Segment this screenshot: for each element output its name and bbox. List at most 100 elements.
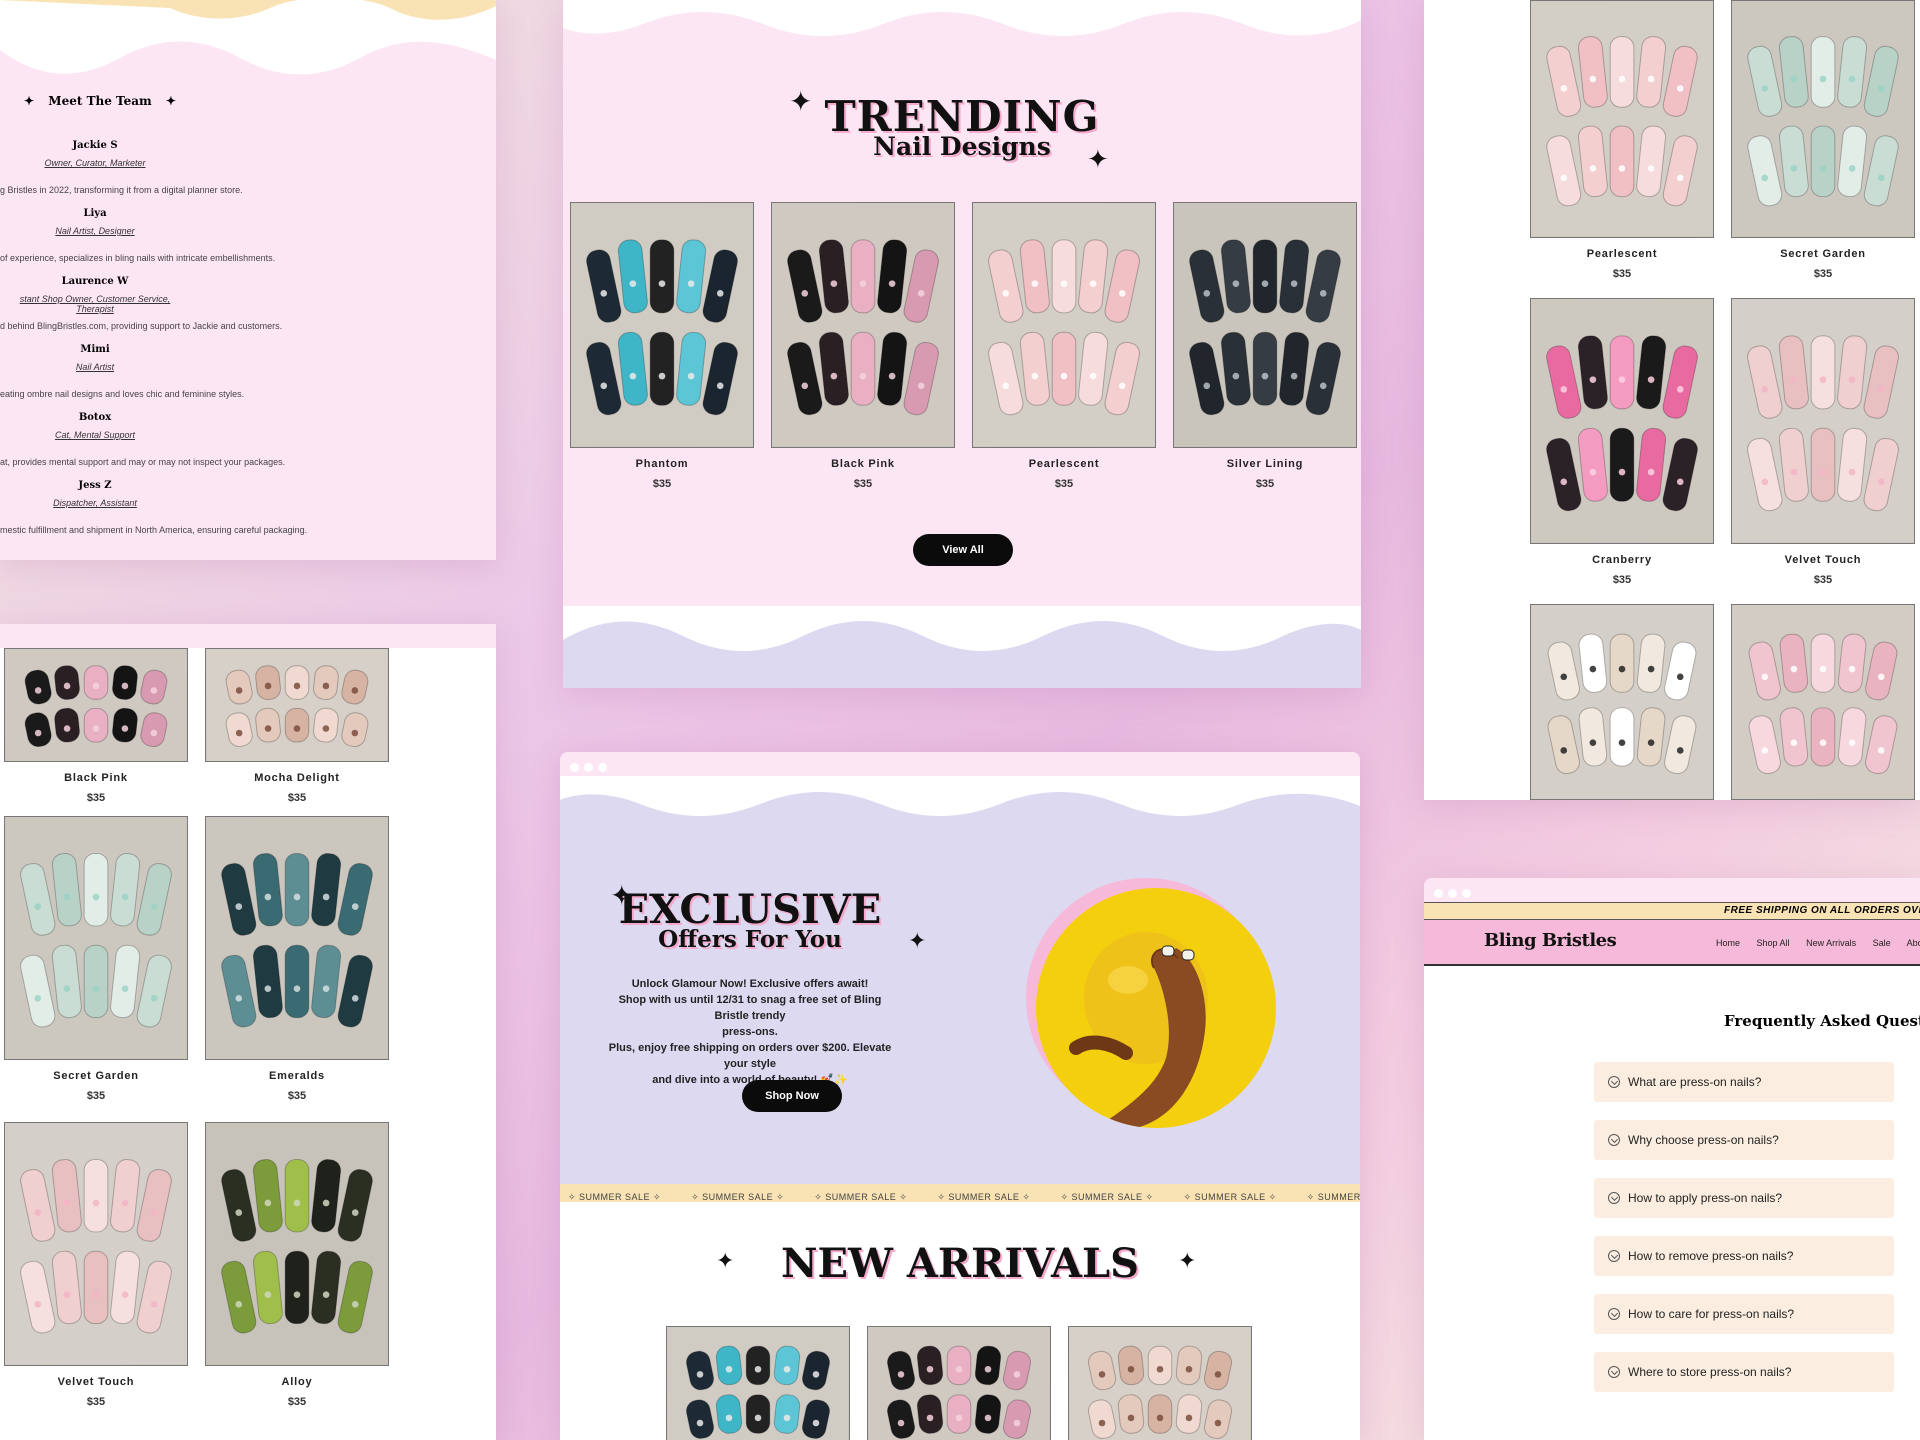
offers-body: Unlock Glamour Now! Exclusive offers awa… — [600, 976, 900, 1088]
product-name[interactable]: Velvet Touch — [1731, 554, 1915, 566]
team-member-name: Laurence W — [61, 276, 129, 287]
product-image[interactable] — [1173, 202, 1357, 448]
product-image[interactable] — [1731, 604, 1915, 800]
browser-bar — [1424, 878, 1920, 902]
product-image[interactable] — [1731, 0, 1915, 238]
faq-item[interactable]: Why choose press-on nails? — [1594, 1120, 1894, 1160]
nav-item-about[interactable]: Abou — [1907, 938, 1920, 948]
product-price: $35 — [1054, 478, 1074, 490]
team-member-name: Jackie S — [72, 140, 118, 151]
product-name[interactable]: Secret Garden — [4, 1070, 188, 1082]
faq-question: How to apply press-on nails? — [1628, 1191, 1783, 1205]
nail-illustration — [1531, 605, 1713, 799]
faq-item[interactable]: How to remove press-on nails? — [1594, 1236, 1894, 1276]
nav-item-home[interactable]: Home — [1716, 938, 1740, 948]
team-member-role: Nail Artist, Designer — [55, 226, 135, 236]
product-image[interactable] — [205, 648, 389, 762]
product-name[interactable]: Phantom — [570, 458, 754, 470]
product-image[interactable] — [1530, 0, 1714, 238]
brand-logo[interactable]: Bling Bristles — [1484, 930, 1617, 951]
product-name[interactable]: Pearlescent — [972, 458, 1156, 470]
nav-item-shop-all[interactable]: Shop All — [1757, 938, 1790, 948]
faq-question: Why choose press-on nails? — [1628, 1133, 1779, 1147]
product-price: $35 — [1612, 268, 1632, 280]
window-dot-icon — [1434, 889, 1443, 898]
product-price: $35 — [287, 1396, 307, 1408]
faq-item[interactable]: Where to store press-on nails? — [1594, 1352, 1894, 1392]
product-name[interactable]: Cranberry — [1530, 554, 1714, 566]
faq-question: How to care for press-on nails? — [1628, 1307, 1795, 1321]
product-image[interactable] — [1068, 1326, 1252, 1440]
browser-bar — [560, 752, 1360, 776]
product-image[interactable] — [972, 202, 1156, 448]
product-name[interactable]: Emeralds — [205, 1070, 389, 1082]
team-member-name: Mimi — [80, 344, 110, 355]
team-member-role: Owner, Curator, Marketer — [44, 158, 146, 168]
faq-title: Frequently Asked Question — [1724, 1012, 1920, 1030]
chevron-down-icon — [1608, 1192, 1620, 1204]
nav-item-sale[interactable]: Sale — [1873, 938, 1891, 948]
chevron-down-icon — [1608, 1076, 1620, 1088]
product-name[interactable]: Pearlescent — [1530, 248, 1714, 260]
product-image[interactable] — [867, 1326, 1051, 1440]
product-name[interactable]: Silver Lining — [1173, 458, 1357, 470]
product-image[interactable] — [771, 202, 955, 448]
chevron-down-icon — [1608, 1308, 1620, 1320]
team-member-bio: of experience, specializes in bling nail… — [0, 253, 276, 263]
offers-line: Plus, enjoy free shipping on orders over… — [608, 1042, 892, 1070]
offers-panel: ✦ ✦ EXCLUSIVE Offers For You Unlock Glam… — [560, 752, 1360, 1440]
marquee-item: ✧ SUMMER SALE ✧ — [814, 1192, 908, 1202]
product-image[interactable] — [205, 1122, 389, 1366]
nail-illustration — [1174, 203, 1356, 447]
product-price: $35 — [86, 792, 106, 804]
nail-illustration — [1069, 1327, 1251, 1440]
window-dot-icon — [584, 763, 593, 772]
product-image[interactable] — [4, 648, 188, 762]
chevron-down-icon — [1608, 1366, 1620, 1378]
site-header: Bling Bristles Home Shop All New Arrival… — [1424, 920, 1920, 966]
trending-panel: ✦ ✦ TRENDING Nail Designs Phantom $35 Blac… — [563, 0, 1361, 688]
team-title: ✦ Meet The Team ✦ — [24, 94, 176, 108]
trending-subtitle: Nail Designs — [873, 132, 1051, 161]
view-all-button[interactable]: View All — [913, 534, 1013, 566]
product-image[interactable] — [666, 1326, 850, 1440]
sparkle-icon: ✦ — [908, 928, 927, 953]
sparkle-icon: ✦ — [24, 94, 35, 108]
nail-illustration — [5, 649, 187, 761]
nail-illustration — [1732, 605, 1914, 799]
faq-item[interactable]: How to apply press-on nails? — [1594, 1178, 1894, 1218]
team-member-role: Dispatcher, Assistant — [53, 498, 137, 508]
faq-question: Where to store press-on nails? — [1628, 1365, 1792, 1379]
product-image[interactable] — [4, 816, 188, 1060]
product-image[interactable] — [570, 202, 754, 448]
nav-item-new-arrivals[interactable]: New Arrivals — [1806, 938, 1856, 948]
product-image[interactable] — [205, 816, 389, 1060]
faq-item[interactable]: How to care for press-on nails? — [1594, 1294, 1894, 1334]
product-name[interactable]: Secret Garden — [1731, 248, 1915, 260]
faq-item[interactable]: What are press-on nails? — [1594, 1062, 1894, 1102]
product-image[interactable] — [1530, 298, 1714, 544]
product-price: $35 — [1612, 574, 1632, 586]
product-name[interactable]: Alloy — [205, 1376, 389, 1388]
product-name[interactable]: Black Pink — [771, 458, 955, 470]
nail-illustration — [868, 1327, 1050, 1440]
product-name[interactable]: Mocha Delight — [205, 772, 389, 784]
product-image[interactable] — [1530, 604, 1714, 800]
nail-illustration — [1531, 1, 1713, 237]
product-price: $35 — [853, 478, 873, 490]
hero-image — [1026, 878, 1276, 1128]
nail-illustration — [206, 1123, 388, 1365]
product-name[interactable]: Black Pink — [4, 772, 188, 784]
team-member-bio: mestic fulfillment and shipment in North… — [0, 525, 308, 535]
marquee-item: ✧ SUMMER SALE ✧ — [691, 1192, 785, 1202]
window-dot-icon — [1462, 889, 1471, 898]
offers-subtitle: Offers For You — [658, 926, 842, 953]
product-image[interactable] — [4, 1122, 188, 1366]
product-name[interactable]: Velvet Touch — [4, 1376, 188, 1388]
shop-now-button[interactable]: Shop Now — [742, 1080, 842, 1112]
team-member-role: Nail Artist — [75, 362, 115, 372]
product-price: $35 — [287, 792, 307, 804]
trending-top-wave — [563, 0, 1361, 60]
team-member-bio: at, provides mental support and may or m… — [0, 457, 286, 467]
product-image[interactable] — [1731, 298, 1915, 544]
